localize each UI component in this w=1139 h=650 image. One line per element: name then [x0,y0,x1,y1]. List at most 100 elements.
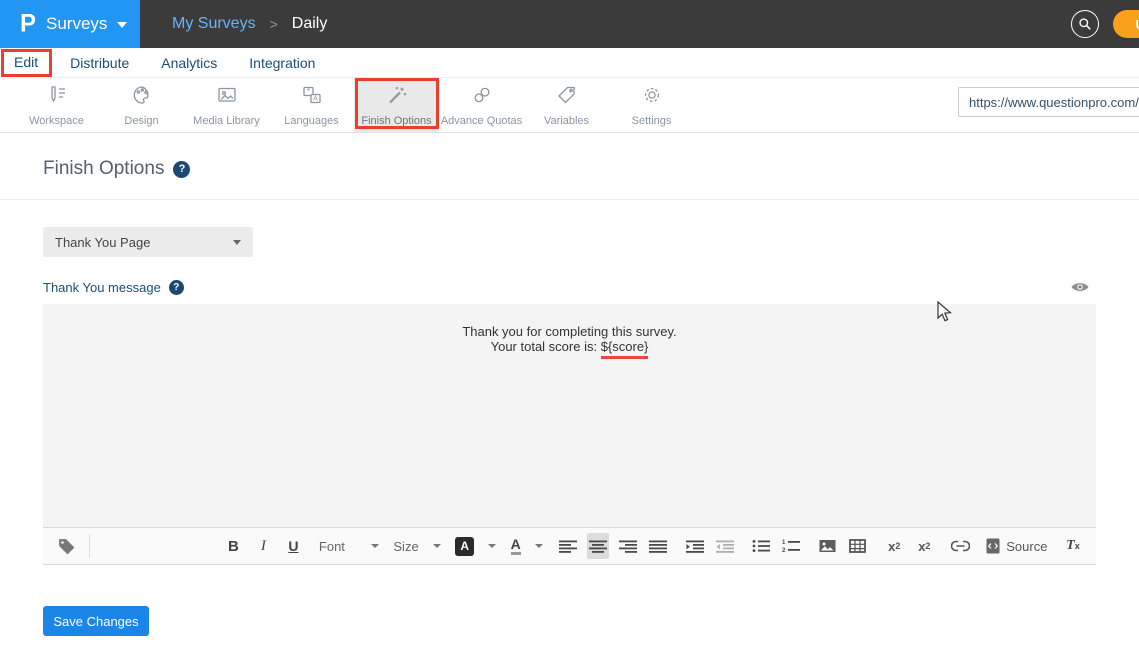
help-icon[interactable]: ? [169,280,184,295]
tab-analytics[interactable]: Analytics [161,51,217,75]
svg-text:A: A [313,95,318,102]
align-right-icon [619,540,637,553]
background-color-button[interactable]: A [455,537,496,556]
increase-indent-button[interactable] [684,533,706,559]
survey-url-field[interactable] [958,87,1139,117]
ribbon-item-variables[interactable]: Variables [524,78,609,132]
editor-line-1: Thank you for completing this survey. [43,324,1096,339]
outdent-icon [716,540,734,553]
chain-links-icon [471,84,493,111]
magic-wand-icon [386,84,408,111]
align-center-icon [589,540,607,553]
tab-integration[interactable]: Integration [249,51,315,75]
insert-table-icon [849,539,866,553]
editor-line-2: Your total score is: ${score} [43,339,1096,354]
chevron-down-icon [535,544,543,548]
ribbon-item-label: Settings [632,115,672,127]
ribbon-item-media-library[interactable]: Media Library [184,78,269,132]
tab-edit[interactable]: Edit [14,50,38,76]
insert-image-button[interactable] [817,533,839,559]
search-button[interactable] [1071,10,1099,38]
link-icon [951,540,970,552]
gear-icon [641,84,663,111]
workspace-icon [46,84,68,111]
bullet-list-icon [752,539,770,553]
ribbon-item-design[interactable]: Design [99,78,184,132]
font-dropdown[interactable]: Font [319,539,379,554]
ribbon-item-label: Variables [544,115,589,127]
subscript-button[interactable]: x2 [883,533,905,559]
text-color-button[interactable]: A [511,537,543,555]
align-right-button[interactable] [617,533,639,559]
survey-tabs: Edit Distribute Analytics Integration [0,48,1139,78]
numbered-list-button[interactable]: 12 [780,533,802,559]
align-left-button[interactable] [557,533,579,559]
svg-text:2: 2 [782,548,786,553]
bullet-list-button[interactable] [750,533,772,559]
breadcrumb: My Surveys > Daily [172,15,327,33]
underline-button[interactable]: U [282,533,304,559]
source-button[interactable]: Source [986,538,1047,554]
tag-icon [57,537,76,556]
align-center-button[interactable] [587,533,609,559]
ribbon-item-settings[interactable]: Settings [609,78,694,132]
help-icon[interactable]: ? [173,161,190,178]
tag-icon [556,84,578,111]
finish-type-selected: Thank You Page [55,235,233,250]
bold-button[interactable]: B [222,533,244,559]
ribbon-item-label: Advance Quotas [441,115,522,127]
breadcrumb-my-surveys[interactable]: My Surveys [172,15,256,33]
decrease-indent-button[interactable] [714,533,736,559]
tab-distribute[interactable]: Distribute [70,51,129,75]
save-changes-button[interactable]: Save Changes [43,606,149,636]
page-title: Finish Options [43,158,164,180]
image-icon [216,84,238,111]
insert-variable-tag-button[interactable] [55,533,77,559]
preview-eye-icon[interactable] [1070,280,1090,299]
source-doc-icon [986,538,1000,554]
toolbar-separator [89,534,90,558]
breadcrumb-current-survey: Daily [292,15,328,33]
score-variable-token: ${score} [601,339,649,359]
background-color-chip: A [455,537,474,556]
superscript-button[interactable]: x2 [913,533,935,559]
ribbon-item-advance-quotas[interactable]: Advance Quotas [439,78,524,132]
insert-link-button[interactable] [950,533,972,559]
breadcrumb-separator: > [270,16,278,32]
ribbon-item-label: Media Library [193,115,260,127]
ribbon-item-label: Languages [284,115,338,127]
chevron-down-icon [233,240,241,245]
ribbon-item-finish-options[interactable]: Finish Options [354,78,439,132]
ribbon-item-languages[interactable]: *A Languages [269,78,354,132]
text-color-letter: A [511,537,521,555]
svg-text:1: 1 [782,540,786,546]
search-icon [1078,17,1092,31]
insert-table-button[interactable] [847,533,869,559]
editor-content-area[interactable]: Thank you for completing this survey. Yo… [43,304,1096,527]
justify-button[interactable] [647,533,669,559]
ribbon-item-label: Design [124,115,158,127]
questionpro-logo-icon: P [20,9,36,38]
size-dropdown[interactable]: Size [393,539,440,554]
upgrade-button[interactable]: Up [1113,10,1139,38]
chevron-down-icon [117,22,127,28]
thank-you-message-editor: Thank you for completing this survey. Yo… [43,304,1096,565]
ribbon-item-label: Finish Options [361,115,431,127]
remove-format-button[interactable]: Tx [1062,533,1084,559]
palette-icon [131,84,153,111]
ribbon-item-workspace[interactable]: Workspace [14,78,99,132]
editor-toolbar: B I U Font Size A A [43,527,1096,565]
translate-icon: *A [301,84,323,111]
top-bar: P Surveys My Surveys > Daily Up [0,0,1139,48]
italic-button[interactable]: I [252,533,274,559]
product-switcher[interactable]: P Surveys [0,0,140,48]
justify-icon [649,540,667,553]
insert-image-icon [819,539,836,553]
finish-type-dropdown[interactable]: Thank You Page [43,227,253,257]
product-name: Surveys [46,14,107,34]
thank-you-message-label: Thank You message [43,280,161,295]
numbered-list-icon: 12 [782,539,800,553]
indent-icon [686,540,704,553]
edit-ribbon: Workspace Design Media Library *A Langua… [0,78,1139,133]
chevron-down-icon [433,544,441,548]
